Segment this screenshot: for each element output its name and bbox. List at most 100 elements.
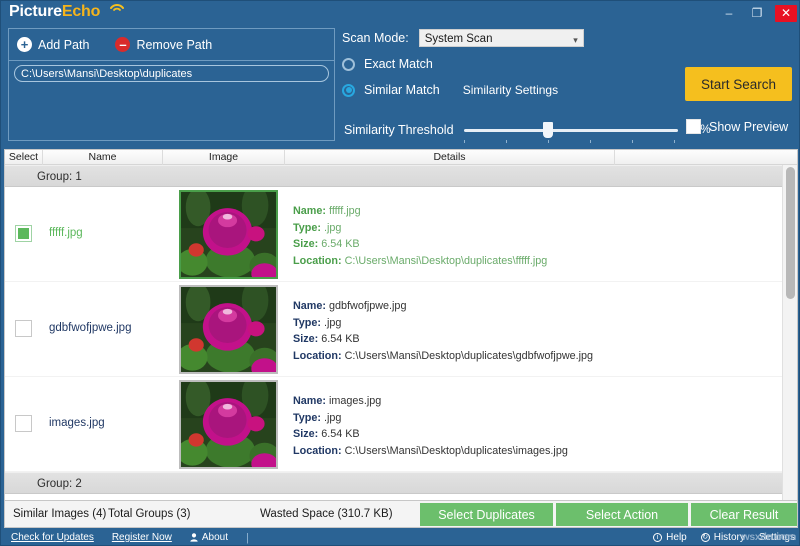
row-details: Name: fffff.jpg Type: .jpg Size: 6.54 KB… — [293, 203, 547, 269]
detail-label-type: Type: — [293, 316, 321, 329]
similarity-threshold-label: Similarity Threshold — [344, 123, 454, 137]
show-preview-checkbox[interactable] — [686, 119, 701, 134]
flower-thumbnail-image — [181, 287, 276, 372]
detail-value-location: C:\Users\Mansi\Desktop\duplicates\images… — [344, 444, 568, 457]
scan-mode-select[interactable]: System Scan ▾ — [418, 29, 584, 47]
similarity-threshold-slider[interactable] — [463, 121, 678, 143]
radio-exact-match-icon[interactable] — [342, 57, 355, 71]
exact-match-option[interactable]: Exact Match — [342, 57, 433, 71]
table-row[interactable]: fffff.jpg Name: fffff.jpg Type: .jpg Siz… — [5, 187, 797, 282]
path-toolbar: + Add Path – Remove Path — [9, 29, 334, 61]
row-thumbnail[interactable] — [179, 380, 278, 469]
row-thumbnail[interactable] — [179, 285, 278, 374]
status-bar: Similar Images (4) Total Groups (3) Wast… — [4, 501, 798, 528]
minimize-button[interactable]: – — [715, 3, 743, 23]
similarity-settings-link[interactable]: Similarity Settings — [463, 83, 558, 97]
column-header-details[interactable]: Details — [285, 150, 615, 165]
row-select-checkbox[interactable] — [15, 415, 32, 432]
similarity-threshold-row: Similarity Threshold 60% — [344, 121, 711, 143]
app-logo-part1: Picture — [9, 3, 62, 20]
app-logo-part2: Echo — [61, 3, 101, 20]
row-file-name: fffff.jpg — [49, 227, 83, 239]
scrollbar-thumb[interactable] — [786, 167, 795, 299]
flower-thumbnail-image — [181, 382, 276, 467]
scan-mode-label: Scan Mode: — [342, 31, 409, 45]
detail-value-size: 6.54 KB — [321, 333, 360, 345]
maximize-button[interactable]: ❐ — [743, 3, 771, 23]
detail-label-location: Location: — [293, 444, 342, 457]
clear-result-button[interactable]: Clear Result — [691, 503, 797, 526]
footer-left-links: Check for Updates Register Now About | — [11, 528, 249, 545]
footer-divider: | — [246, 531, 249, 544]
total-groups-count: Total Groups (3) — [108, 508, 191, 520]
detail-value-type: .jpg — [324, 411, 342, 424]
row-details: Name: images.jpg Type: .jpg Size: 6.54 K… — [293, 393, 568, 459]
wasted-space-value: Wasted Space (310.7 KB) — [260, 508, 393, 520]
register-now-link[interactable]: Register Now — [112, 532, 172, 543]
table-row[interactable]: images.jpg Name: images.jpg Type: .jpg S… — [5, 377, 797, 472]
results-scrollbar[interactable] — [782, 165, 797, 500]
detail-label-name: Name: — [293, 300, 327, 312]
table-row[interactable]: gdbfwofjpwe.jpg Name: gdbfwofjpwe.jpg Ty… — [5, 282, 797, 377]
person-icon — [190, 533, 198, 542]
detail-value-type: .jpg — [324, 221, 342, 234]
similar-images-count: Similar Images (4) — [13, 508, 107, 520]
detail-label-type: Type: — [293, 221, 321, 234]
window-controls: – ❐ ✕ — [715, 3, 797, 23]
wifi-arc-icon — [110, 4, 124, 11]
app-logo: PictureEcho — [9, 3, 100, 21]
add-path-button[interactable]: Add Path — [38, 38, 89, 52]
group-header: Group: 2 — [5, 472, 797, 494]
detail-label-size: Size: — [293, 333, 319, 345]
plus-icon[interactable]: + — [17, 37, 32, 52]
scan-mode-value: System Scan — [424, 33, 493, 45]
show-preview-row[interactable]: Show Preview — [686, 119, 788, 134]
column-header-name[interactable]: Name — [43, 150, 163, 165]
remove-path-button[interactable]: Remove Path — [136, 38, 212, 52]
detail-label-size: Size: — [293, 238, 319, 250]
start-search-button[interactable]: Start Search — [685, 67, 792, 101]
title-bar: PictureEcho – ❐ ✕ — [1, 1, 799, 25]
detail-value-name: fffff.jpg — [329, 205, 361, 217]
select-action-button[interactable]: Select Action — [556, 503, 688, 526]
detail-label-location: Location: — [293, 254, 342, 267]
row-select-checkbox[interactable] — [15, 320, 32, 337]
detail-label-type: Type: — [293, 411, 321, 424]
column-header-image[interactable]: Image — [163, 150, 285, 165]
picture-echo-window: PictureEcho – ❐ ✕ + Add Path – Remove Pa… — [0, 0, 800, 546]
group-header: Group: 1 — [5, 165, 797, 187]
chevron-down-icon: ▾ — [573, 35, 578, 45]
row-details: Name: gdbfwofjpwe.jpg Type: .jpg Size: 6… — [293, 298, 593, 364]
detail-label-name: Name: — [293, 205, 327, 217]
detail-value-size: 6.54 KB — [321, 238, 360, 250]
row-select-checkbox[interactable] — [15, 225, 32, 242]
detail-value-name: gdbfwofjpwe.jpg — [329, 300, 407, 312]
similar-match-option[interactable]: Similar Match Similarity Settings — [342, 83, 558, 97]
check-for-updates-link[interactable]: Check for Updates — [11, 532, 94, 543]
results-list: Select Name Image Details Group: 1 fffff… — [4, 149, 798, 501]
history-link[interactable]: ↻ History — [700, 532, 745, 543]
watermark: wsxdn.com — [741, 531, 797, 543]
about-link[interactable]: About — [190, 532, 228, 543]
minus-icon[interactable]: – — [115, 37, 131, 52]
path-selector-box: + Add Path – Remove Path — [8, 28, 335, 141]
options-panel: + Add Path – Remove Path Scan Mode: Syst… — [1, 25, 799, 147]
radio-similar-match-icon[interactable] — [342, 83, 355, 97]
path-input[interactable] — [14, 65, 329, 82]
detail-value-location: C:\Users\Mansi\Desktop\duplicates\gdbfwo… — [344, 349, 594, 362]
detail-label-name: Name: — [293, 395, 327, 407]
column-header-select[interactable]: Select — [5, 150, 43, 165]
about-label: About — [201, 532, 228, 543]
column-header-extra[interactable] — [615, 150, 784, 165]
slider-track[interactable] — [463, 129, 678, 132]
help-link[interactable]: i Help — [653, 532, 687, 543]
close-button[interactable]: ✕ — [775, 4, 797, 22]
row-thumbnail[interactable] — [179, 190, 278, 279]
flower-thumbnail-image — [181, 192, 276, 277]
detail-label-size: Size: — [293, 428, 319, 440]
slider-thumb[interactable] — [542, 122, 553, 138]
detail-label-location: Location: — [293, 349, 342, 362]
select-duplicates-button[interactable]: Select Duplicates — [420, 503, 553, 526]
exact-match-label: Exact Match — [364, 57, 433, 71]
help-label: Help — [666, 532, 687, 543]
